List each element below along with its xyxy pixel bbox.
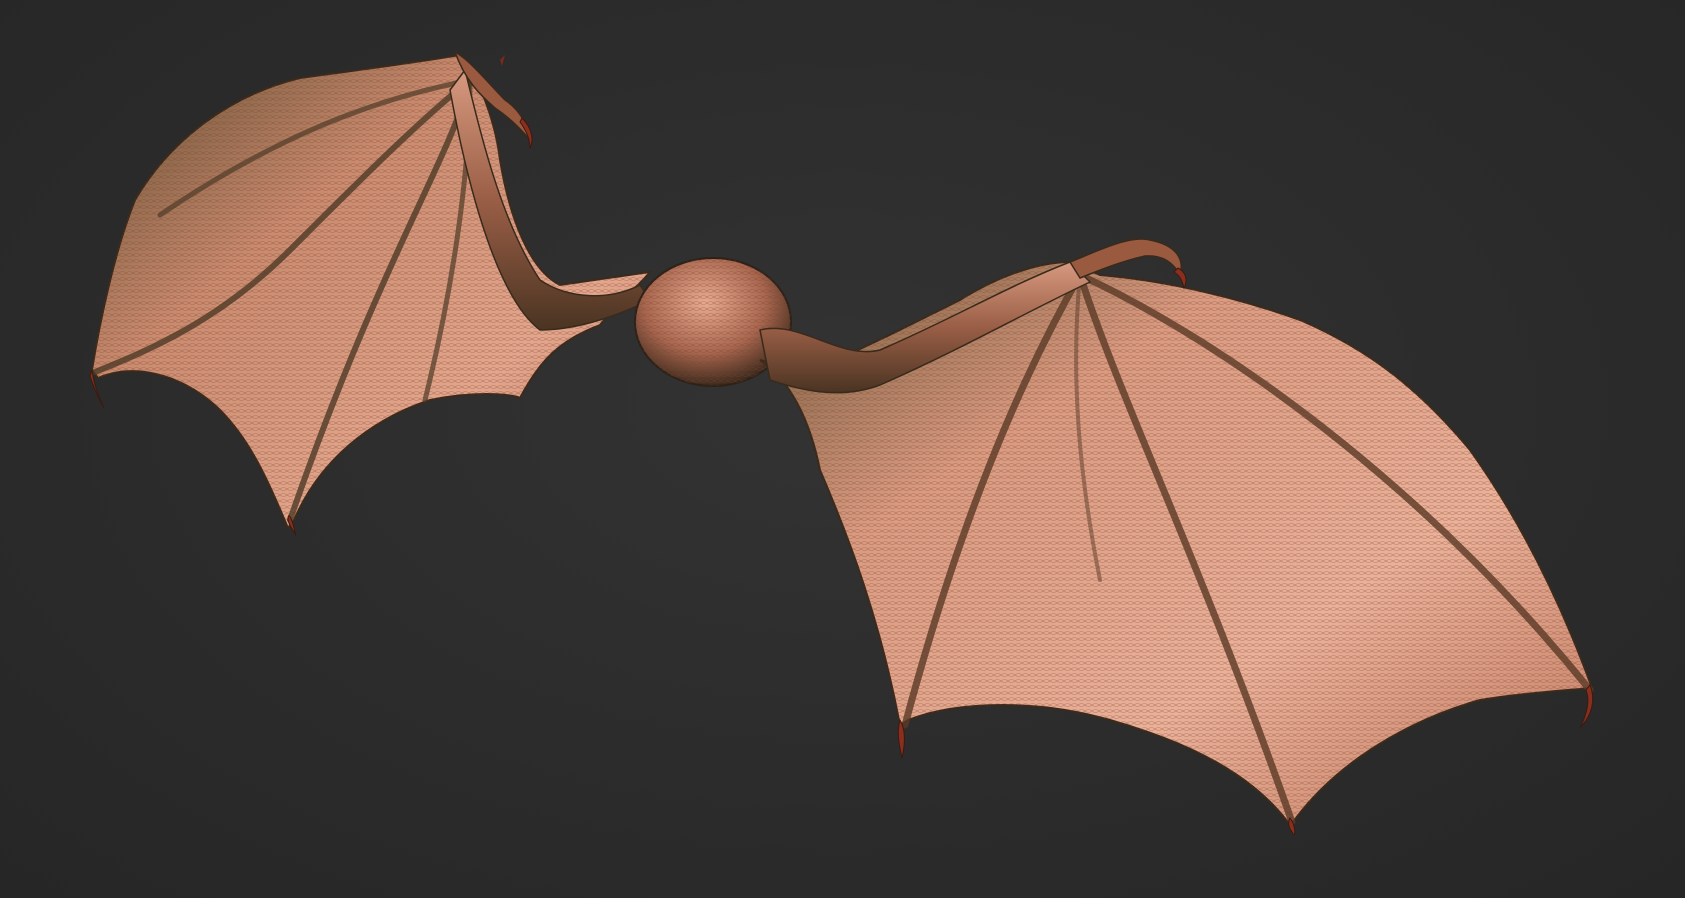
wing-model-render[interactable]: [0, 0, 1685, 898]
left-wing[interactable]: [90, 50, 653, 530]
3d-viewport[interactable]: [0, 0, 1685, 898]
right-wing[interactable]: [759, 238, 1594, 827]
